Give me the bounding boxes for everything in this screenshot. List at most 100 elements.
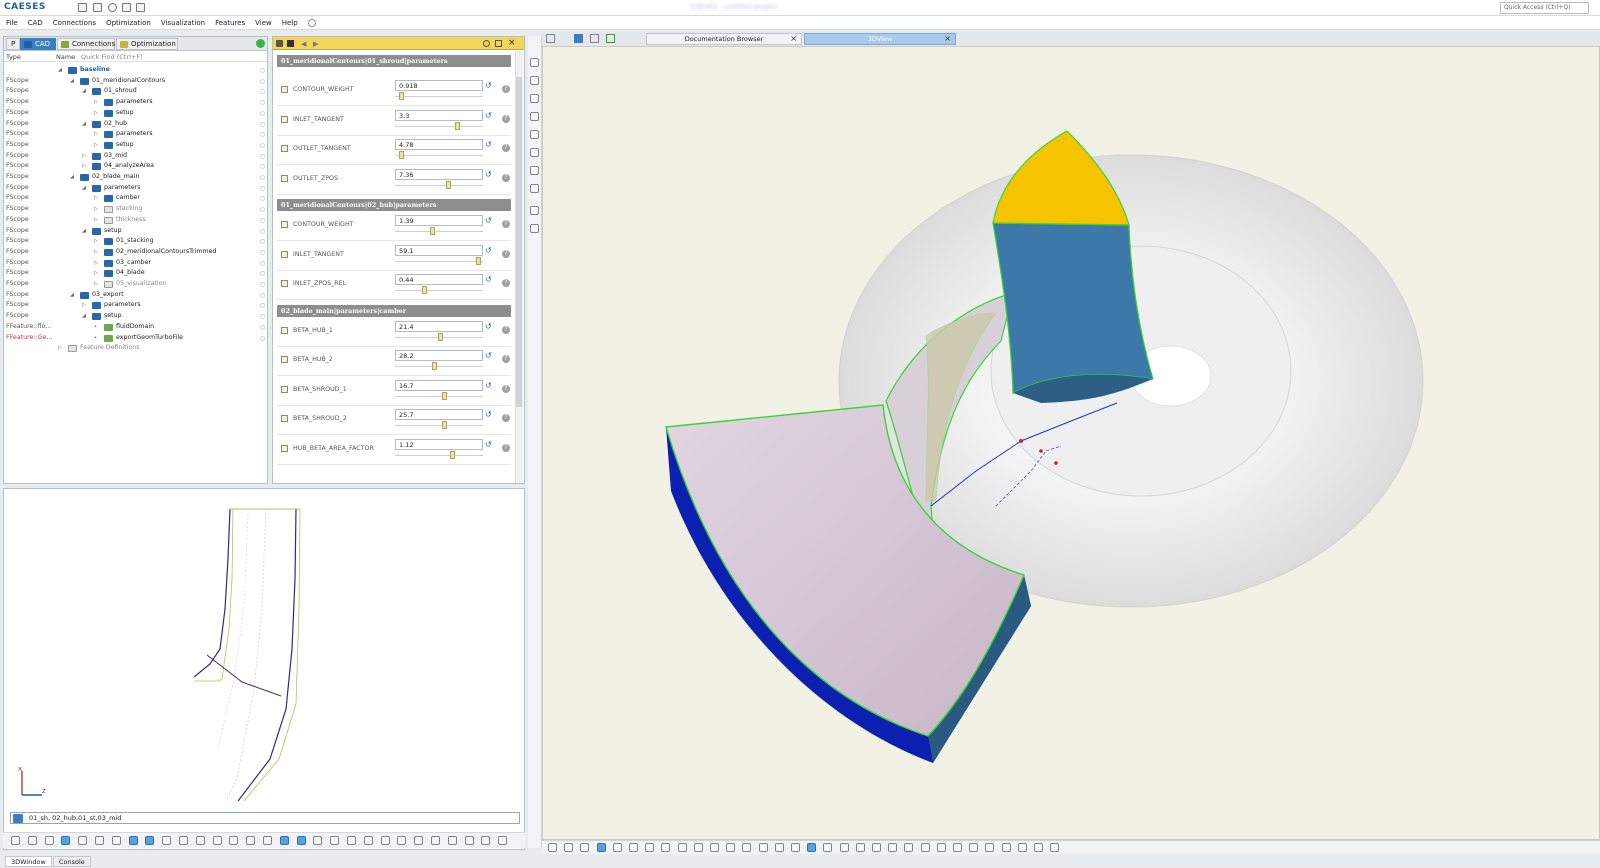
tool-icon[interactable]: [596, 843, 606, 852]
help-icon[interactable]: ?: [502, 144, 510, 152]
tool-icon[interactable]: [212, 836, 222, 845]
expand-arrow-icon[interactable]: ◢: [82, 119, 86, 130]
tool-icon[interactable]: [807, 843, 817, 852]
parameter-slider-track[interactable]: [395, 395, 483, 397]
visibility-icon[interactable]: [260, 110, 265, 116]
tab-p[interactable]: P: [6, 38, 21, 50]
help-icon[interactable]: ?: [502, 85, 510, 93]
view-single-icon[interactable]: [590, 34, 599, 43]
tool-icon[interactable]: [774, 843, 784, 852]
menu-help[interactable]: Help: [282, 19, 298, 27]
tool-icon[interactable]: [985, 843, 995, 852]
tree-row[interactable]: FScope ▷ 03_mid: [4, 151, 267, 162]
run-icon[interactable]: [606, 34, 615, 43]
menu-features[interactable]: Features: [215, 19, 245, 27]
help-icon[interactable]: ?: [502, 279, 510, 287]
tree-row[interactable]: FFeature::flo... • fluidDomain: [4, 322, 267, 333]
menu-cad[interactable]: CAD: [28, 19, 43, 27]
expand-arrow-icon[interactable]: ◢: [82, 311, 86, 322]
parameter-checkbox[interactable]: [281, 444, 288, 452]
menu-connections[interactable]: Connections: [53, 19, 96, 27]
visibility-icon[interactable]: [260, 78, 265, 84]
help-icon[interactable]: ?: [502, 249, 510, 258]
parameter-slider-thumb[interactable]: [442, 391, 448, 400]
visibility-icon[interactable]: [260, 335, 265, 341]
help-icon[interactable]: ?: [502, 414, 510, 422]
reset-icon[interactable]: ↺: [485, 140, 494, 149]
tool-icon[interactable]: [145, 836, 155, 845]
tool-icon[interactable]: [95, 836, 104, 845]
tool-icon[interactable]: [888, 843, 898, 852]
tool-icon[interactable]: [162, 836, 172, 845]
tool-icon[interactable]: [347, 836, 356, 845]
visibility-icon[interactable]: [260, 100, 265, 106]
visibility-icon[interactable]: [260, 89, 265, 95]
tree-row[interactable]: FScope ▷ 04_blade: [4, 268, 267, 279]
tool-icon[interactable]: [481, 836, 491, 845]
command-input[interactable]: 01_sh, 02_hub,01_st,03_mid: [10, 812, 520, 824]
tree-row[interactable]: FScope ◢ setup: [4, 311, 267, 322]
tool-icon[interactable]: [823, 843, 833, 852]
search-icon[interactable]: [483, 40, 490, 47]
parameter-slider-track[interactable]: [395, 454, 483, 456]
expand-arrow-icon[interactable]: ▷: [94, 193, 98, 204]
parameter-slider-thumb[interactable]: [454, 121, 460, 130]
visibility-icon[interactable]: [260, 175, 265, 180]
parameter-value-input[interactable]: 28.2: [395, 350, 483, 361]
reset-icon[interactable]: ↺: [485, 410, 494, 419]
help-icon[interactable]: [307, 18, 316, 27]
tool-icon[interactable]: [1050, 843, 1060, 852]
reset-icon[interactable]: ↺: [485, 246, 494, 255]
parameter-slider-thumb[interactable]: [446, 180, 452, 189]
expand-arrow-icon[interactable]: ▷: [94, 140, 98, 151]
tree-row[interactable]: FScope ◢ 02_blade_main: [4, 172, 267, 183]
visibility-icon[interactable]: [260, 142, 265, 148]
tool-icon[interactable]: [904, 843, 914, 852]
tool-icon[interactable]: [111, 836, 121, 845]
parameter-slider-track[interactable]: [395, 260, 483, 262]
expand-arrow-icon[interactable]: ◢: [70, 76, 74, 87]
tool-icon[interactable]: [11, 836, 20, 845]
tab-connections[interactable]: Connections: [57, 38, 115, 50]
parameter-value-input[interactable]: 0.44: [395, 274, 483, 285]
tool-icon[interactable]: [128, 836, 138, 845]
tool-icon[interactable]: [742, 843, 752, 852]
expand-arrow-icon[interactable]: ▷: [94, 236, 98, 247]
help-icon[interactable]: ?: [502, 355, 510, 363]
tool-icon[interactable]: [564, 843, 574, 852]
parameter-slider-thumb[interactable]: [442, 421, 448, 429]
tree-row[interactable]: FScope ◢ 03_export: [4, 290, 267, 301]
settings-icon[interactable]: [108, 3, 117, 12]
parameter-slider-track[interactable]: [395, 231, 483, 232]
visibility-icon[interactable]: [260, 314, 265, 320]
tool-icon[interactable]: [872, 843, 881, 852]
tool-icon[interactable]: [27, 836, 37, 845]
expand-arrow-icon[interactable]: ◢: [70, 290, 74, 301]
tree-row[interactable]: FScope ▷ 01_stacking: [4, 236, 267, 247]
menu-icon[interactable]: [287, 40, 294, 47]
expand-arrow-icon[interactable]: ▷: [58, 343, 62, 354]
new-icon[interactable]: [78, 3, 87, 12]
help-icon[interactable]: ?: [502, 384, 510, 393]
menu-visualization[interactable]: Visualization: [161, 19, 205, 27]
parameter-checkbox[interactable]: [281, 385, 288, 393]
expand-arrow-icon[interactable]: ◢: [70, 172, 74, 183]
reset-icon[interactable]: ↺: [485, 381, 494, 390]
tree-row[interactable]: FScope ▷ stacking: [4, 204, 267, 215]
menu-view[interactable]: View: [255, 19, 272, 27]
parameter-value-input[interactable]: 1.12: [395, 438, 483, 450]
help-icon[interactable]: ?: [502, 443, 510, 452]
expand-arrow-icon[interactable]: ▷: [94, 204, 98, 215]
parameter-slider-track[interactable]: [395, 155, 483, 156]
tool-icon[interactable]: [530, 184, 539, 193]
tool-icon[interactable]: [710, 843, 719, 852]
tool-icon[interactable]: [431, 836, 440, 845]
reset-icon[interactable]: ↺: [485, 322, 494, 331]
tool-icon[interactable]: [363, 836, 373, 845]
parameter-section-header[interactable]: 01_meridionalContours|01_shroud|paramete…: [277, 55, 511, 67]
parameter-checkbox[interactable]: [281, 115, 288, 123]
parameter-slider-track[interactable]: [395, 96, 483, 97]
tool-icon[interactable]: [612, 843, 622, 852]
parameter-checkbox[interactable]: [281, 280, 288, 287]
reset-icon[interactable]: ↺: [485, 81, 494, 90]
